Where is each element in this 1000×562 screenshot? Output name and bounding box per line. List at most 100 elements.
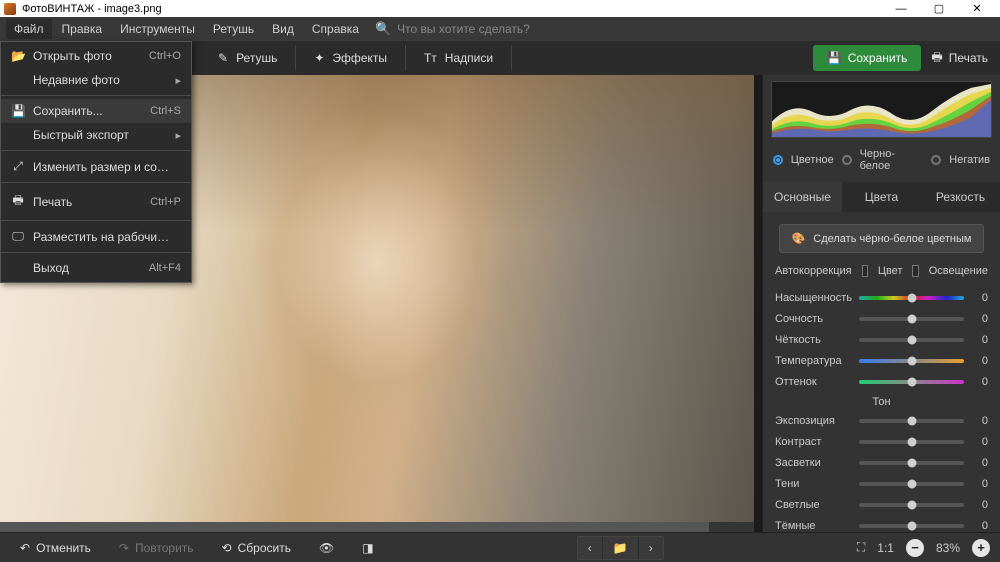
palette-icon: 🎨 <box>792 232 806 245</box>
fit-screen-button[interactable]: ⛶ <box>857 540 865 555</box>
zoom-value: 83% <box>936 541 960 555</box>
radio-bw-label: Черно-белое <box>860 148 924 172</box>
radio-color-label: Цветное <box>791 154 834 166</box>
nav-next[interactable]: › <box>639 537 663 559</box>
check-light-label: Освещение <box>929 265 988 277</box>
chevron-right-icon: ▸ <box>175 129 181 142</box>
search-icon: 🔍 <box>375 21 391 37</box>
nav-group: ‹ 📁 › <box>577 536 664 560</box>
horizontal-scrollbar[interactable] <box>0 522 754 532</box>
menu-exit[interactable]: ВыходAlt+F4 <box>1 256 191 280</box>
save-button-label: Сохранить <box>848 51 908 65</box>
radio-negative-label: Негатив <box>949 154 990 166</box>
tab-retouch-label: Ретушь <box>236 51 277 65</box>
slider-tint[interactable]: Оттенок0 <box>775 371 988 392</box>
tab-effects-label: Эффекты <box>332 51 387 65</box>
redo-icon: ↷ <box>119 541 129 555</box>
folder-open-icon: 📂 <box>11 49 25 63</box>
radio-bw[interactable] <box>842 155 852 165</box>
print-icon: 🖶 <box>11 191 25 212</box>
nav-prev[interactable]: ‹ <box>578 537 603 559</box>
zoom-in-button[interactable]: + <box>972 539 990 557</box>
menu-open-photo[interactable]: 📂Открыть фотоCtrl+O <box>1 44 191 68</box>
slider-temperature[interactable]: Температура0 <box>775 350 988 371</box>
slider-exposure[interactable]: Экспозиция0 <box>775 410 988 431</box>
minimize-button[interactable]: — <box>882 3 920 15</box>
colorize-bw-label: Сделать чёрно-белое цветным <box>813 233 971 245</box>
adjust-tabs: Основные Цвета Резкость <box>763 182 1000 212</box>
nav-browse[interactable]: 📁 <box>603 537 639 559</box>
search-placeholder: Что вы хотите сделать? <box>397 22 530 36</box>
maximize-button[interactable]: ▢ <box>920 2 958 15</box>
tab-basic[interactable]: Основные <box>763 182 842 212</box>
radio-negative[interactable] <box>931 155 941 165</box>
slider-vibrance[interactable]: Сочность0 <box>775 308 988 329</box>
close-button[interactable]: ✕ <box>958 2 996 15</box>
check-color-label: Цвет <box>878 265 903 277</box>
text-icon: Tᴛ <box>424 51 437 65</box>
check-light[interactable] <box>912 265 918 277</box>
menu-quick-export[interactable]: Быстрый экспорт▸ <box>1 123 191 147</box>
window-titlebar: ФотоВИНТАЖ - image3.png — ▢ ✕ <box>0 0 1000 17</box>
reset-button[interactable]: ⟲Сбросить <box>212 537 301 559</box>
slider-shadows[interactable]: Тени0 <box>775 473 988 494</box>
slider-highlights[interactable]: Засветки0 <box>775 452 988 473</box>
color-mode-radios: Цветное Черно-белое Негатив <box>763 144 1000 182</box>
right-panel: Цветное Черно-белое Негатив Основные Цве… <box>762 75 1000 532</box>
compare-icon: ◨ <box>362 541 373 555</box>
save-icon: 💾 <box>827 51 842 65</box>
menu-retouch[interactable]: Ретушь <box>205 19 262 39</box>
undo-button[interactable]: ↶Отменить <box>10 537 101 559</box>
desktop-icon: 🖵 <box>11 229 25 244</box>
radio-color[interactable] <box>773 155 783 165</box>
help-search[interactable]: 🔍 Что вы хотите сделать? <box>375 21 530 37</box>
slider-contrast[interactable]: Контраст0 <box>775 431 988 452</box>
resize-icon: ⤢ <box>11 159 25 174</box>
tab-colors[interactable]: Цвета <box>842 182 921 212</box>
brush-icon: ✎ <box>218 51 228 65</box>
slider-blacks[interactable]: Тёмные0 <box>775 515 988 532</box>
slider-saturation[interactable]: Насыщенность0 <box>775 287 988 308</box>
print-button[interactable]: 🖶 Печать <box>931 48 988 69</box>
menu-edit[interactable]: Правка <box>54 19 111 39</box>
file-menu-dropdown: 📂Открыть фотоCtrl+O Недавние фото▸ 💾Сохр… <box>0 41 192 283</box>
save-icon: 💾 <box>11 104 25 118</box>
menu-resize-save[interactable]: ⤢Изменить размер и сохранить... <box>1 154 191 179</box>
tab-captions[interactable]: Tᴛ Надписи <box>406 45 512 71</box>
check-color[interactable] <box>862 265 868 277</box>
auto-checks: Автокоррекция Цвет Освещение <box>763 265 1000 287</box>
redo-button[interactable]: ↷Повторить <box>109 537 204 559</box>
menu-recent-photos[interactable]: Недавние фото▸ <box>1 68 191 92</box>
menu-file[interactable]: Файл <box>6 19 52 39</box>
menu-bar: Файл Правка Инструменты Ретушь Вид Справ… <box>0 17 1000 41</box>
menu-print[interactable]: 🖶ПечатьCtrl+P <box>1 186 191 217</box>
tab-captions-label: Надписи <box>445 51 493 65</box>
undo-icon: ↶ <box>20 541 30 555</box>
save-button[interactable]: 💾 Сохранить <box>813 45 922 71</box>
menu-save[interactable]: 💾Сохранить...Ctrl+S <box>1 99 191 123</box>
menu-set-wallpaper[interactable]: 🖵Разместить на рабочий стол <box>1 224 191 249</box>
autocorrect-label: Автокоррекция <box>775 265 852 277</box>
colorize-bw-button[interactable]: 🎨 Сделать чёрно-белое цветным <box>779 224 985 253</box>
app-logo-icon <box>4 3 16 15</box>
wand-icon: ✦ <box>314 51 324 65</box>
reset-icon: ⟲ <box>222 541 232 555</box>
slider-clarity[interactable]: Чёткость0 <box>775 329 988 350</box>
histogram[interactable] <box>771 81 992 138</box>
tab-sharp[interactable]: Резкость <box>921 182 1000 212</box>
slider-whites[interactable]: Светлые0 <box>775 494 988 515</box>
actual-size-button[interactable]: 1:1 <box>877 541 894 555</box>
print-icon: 🖶 <box>931 48 942 69</box>
zoom-out-button[interactable]: − <box>906 539 924 557</box>
eye-icon: 👁 <box>319 541 334 555</box>
menu-view[interactable]: Вид <box>264 19 302 39</box>
window-title: ФотоВИНТАЖ - image3.png <box>22 3 162 15</box>
menu-help[interactable]: Справка <box>304 19 367 39</box>
tab-retouch[interactable]: ✎ Ретушь <box>200 45 296 71</box>
tab-effects[interactable]: ✦ Эффекты <box>296 45 406 71</box>
compare-button[interactable]: ◨ <box>352 537 383 559</box>
preview-toggle[interactable]: 👁 <box>309 537 344 559</box>
chevron-right-icon: ▸ <box>175 74 181 87</box>
print-button-label: Печать <box>949 51 988 65</box>
menu-tools[interactable]: Инструменты <box>112 19 203 39</box>
